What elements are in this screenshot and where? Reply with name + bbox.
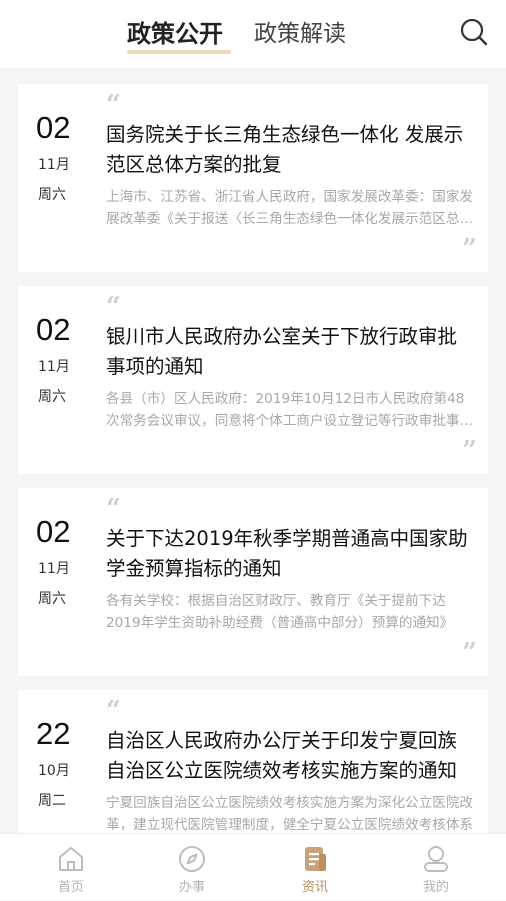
open-quote-icon: “ xyxy=(106,292,121,322)
date-day: 02 xyxy=(36,514,71,549)
open-quote-icon: “ xyxy=(106,90,121,120)
home-icon xyxy=(59,847,83,871)
nav-item-home[interactable]: 首页 xyxy=(8,834,134,901)
date-weekday: 周六 xyxy=(38,389,66,405)
date-weekday: 周六 xyxy=(38,591,66,607)
article-title[interactable]: 国务院关于长三角生态绿色一体化 发展示范区总体方案的批复 xyxy=(106,120,476,180)
active-tab-indicator xyxy=(127,50,231,54)
date-month: 11月 xyxy=(38,157,70,173)
close-quote-icon: ” xyxy=(462,638,477,668)
nav-item-services[interactable]: 办事 xyxy=(129,834,255,901)
nav-item-news[interactable]: 资讯 xyxy=(252,834,378,901)
search-button[interactable] xyxy=(458,16,490,48)
article-card[interactable]: 02 11月 周六 “ 银川市人民政府办公室关于下放行政审批事项的通知 各县（市… xyxy=(18,286,488,474)
date-month: 11月 xyxy=(38,359,70,375)
top-bar: 政策公开 政策解读 xyxy=(0,0,506,68)
date-day: 02 xyxy=(36,312,71,347)
article-title[interactable]: 关于下达2019年秋季学期普通高中国家助学金预算指标的通知 xyxy=(106,524,476,584)
article-summary: 各有关学校：根据自治区财政厅、教育厅《关于提前下达2019年学生资助补助经费（普… xyxy=(106,593,454,631)
nav-item-mine[interactable]: 我的 xyxy=(373,834,499,901)
article-list[interactable]: 02 11月 周六 “ 国务院关于长三角生态绿色一体化 发展示范区总体方案的批复… xyxy=(0,68,506,833)
nav-label-news: 资讯 xyxy=(301,880,328,895)
compass-icon xyxy=(179,846,205,872)
close-quote-icon: ” xyxy=(462,234,477,264)
open-quote-icon: “ xyxy=(106,494,121,524)
date-day: 02 xyxy=(36,110,71,145)
close-quote-icon: ” xyxy=(462,436,477,466)
date-weekday: 周二 xyxy=(38,793,66,809)
article-card[interactable]: 22 10月 周二 “ 自治区人民政府办公厅关于印发宁夏回族自治区公立医院绩效考… xyxy=(18,690,488,833)
article-title[interactable]: 自治区人民政府办公厅关于印发宁夏回族自治区公立医院绩效考核实施方案的通知 xyxy=(106,726,476,786)
article-summary: 上海市、江苏省、浙江省人民政府，国家发展改革委：国家发展改革委《关于报送〈长三角… xyxy=(106,189,474,227)
article-summary: 各县（市）区人民政府：2019年10月12日市人民政府第48次常务会议审议，同意… xyxy=(106,391,474,429)
tab-policy-public[interactable]: 政策公开 xyxy=(127,14,223,49)
nav-label-home: 首页 xyxy=(57,880,84,895)
article-summary: 宁夏回族自治区公立医院绩效考核实施方案为深化公立医院改革，建立现代医院管理制度，… xyxy=(106,795,474,833)
nav-label-services: 办事 xyxy=(178,880,205,895)
nav-label-mine: 我的 xyxy=(422,880,449,895)
open-quote-icon: “ xyxy=(106,696,121,726)
article-card[interactable]: 02 11月 周六 “ 国务院关于长三角生态绿色一体化 发展示范区总体方案的批复… xyxy=(18,84,488,272)
bottom-nav: 首页 办事 资讯 我的 xyxy=(0,833,506,900)
article-card[interactable]: 02 11月 周六 “ 关于下达2019年秋季学期普通高中国家助学金预算指标的通… xyxy=(18,488,488,676)
profile-icon xyxy=(424,846,448,872)
document-icon xyxy=(305,847,326,871)
date-month: 10月 xyxy=(38,763,70,779)
article-title[interactable]: 银川市人民政府办公室关于下放行政审批事项的通知 xyxy=(106,322,476,382)
date-weekday: 周六 xyxy=(38,187,66,203)
date-month: 11月 xyxy=(38,561,70,577)
tab-policy-interpretation[interactable]: 政策解读 xyxy=(254,14,346,48)
search-icon xyxy=(460,18,488,46)
date-day: 22 xyxy=(36,716,71,751)
